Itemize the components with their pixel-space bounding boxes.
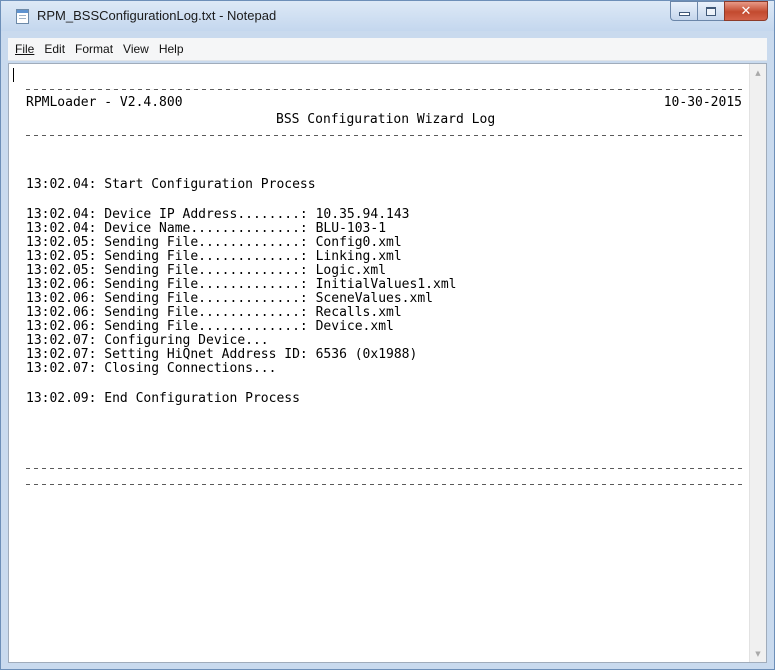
maximize-button[interactable]	[697, 1, 724, 21]
menu-view[interactable]: View	[118, 42, 154, 56]
log-line: 13:02.06: Sending File.............: Sce…	[26, 291, 433, 306]
menu-help-label: Help	[158, 42, 184, 56]
text-caret	[13, 68, 14, 82]
text-editor[interactable]: RPMLoader - V2.4.800 10-30-2015 BSS Conf…	[8, 63, 767, 663]
menu-view-label: View	[123, 42, 149, 56]
divider	[26, 135, 742, 136]
scroll-up-icon[interactable]: ▲	[750, 64, 766, 81]
divider	[26, 89, 742, 90]
vertical-scrollbar[interactable]: ▲ ▼	[749, 64, 766, 662]
log-line: 13:02.06: Sending File.............: Rec…	[26, 305, 402, 320]
maximize-icon	[706, 6, 716, 16]
log-line: 13:02.07: Configuring Device...	[26, 333, 269, 348]
log-line: 13:02.04: Device IP Address........: 10.…	[26, 207, 410, 222]
end-line: 13:02.09: End Configuration Process	[26, 391, 300, 406]
menu-bar: File Edit Format View Help	[8, 38, 767, 61]
log-line: 13:02.04: Device Name..............: BLU…	[26, 221, 387, 236]
close-icon: ✕	[740, 3, 752, 19]
log-title: BSS Configuration Wizard Log	[276, 112, 496, 127]
log-line: 13:02.05: Sending File.............: Lin…	[26, 249, 402, 264]
divider	[26, 484, 742, 485]
minimize-button[interactable]	[670, 1, 697, 21]
close-button[interactable]: ✕	[724, 1, 768, 21]
log-line: 13:02.05: Sending File.............: Log…	[26, 263, 387, 278]
log-line: 13:02.06: Sending File.............: Dev…	[26, 319, 394, 334]
divider	[26, 468, 742, 469]
log-line: 13:02.06: Sending File.............: Ini…	[26, 277, 457, 292]
menu-file[interactable]: File	[10, 42, 39, 56]
caption-buttons: ✕	[670, 1, 768, 21]
program-version: RPMLoader - V2.4.800	[26, 95, 183, 110]
menu-format-label: Format	[75, 42, 114, 56]
log-line: 13:02.07: Closing Connections...	[26, 361, 277, 376]
notepad-window: RPM_BSSConfigurationLog.txt - Notepad ✕ …	[0, 0, 775, 670]
log-line: 13:02.05: Sending File.............: Con…	[26, 235, 402, 250]
start-line: 13:02.04: Start Configuration Process	[26, 177, 316, 192]
log-date: 10-30-2015	[663, 95, 742, 110]
notepad-icon[interactable]	[16, 9, 29, 24]
menu-edit-label: Edit	[44, 42, 66, 56]
menu-help[interactable]: Help	[154, 42, 189, 56]
title-bar[interactable]: RPM_BSSConfigurationLog.txt - Notepad ✕	[1, 1, 774, 31]
log-line: 13:02.07: Setting HiQnet Address ID: 653…	[26, 347, 418, 362]
scroll-down-icon[interactable]: ▼	[750, 645, 766, 662]
log-content: RPMLoader - V2.4.800 10-30-2015 BSS Conf…	[26, 64, 742, 662]
menu-format[interactable]: Format	[70, 42, 118, 56]
window-title: RPM_BSSConfigurationLog.txt - Notepad	[37, 8, 277, 23]
minimize-icon	[678, 12, 690, 16]
menu-file-label: File	[15, 42, 35, 56]
menu-edit[interactable]: Edit	[39, 42, 70, 56]
